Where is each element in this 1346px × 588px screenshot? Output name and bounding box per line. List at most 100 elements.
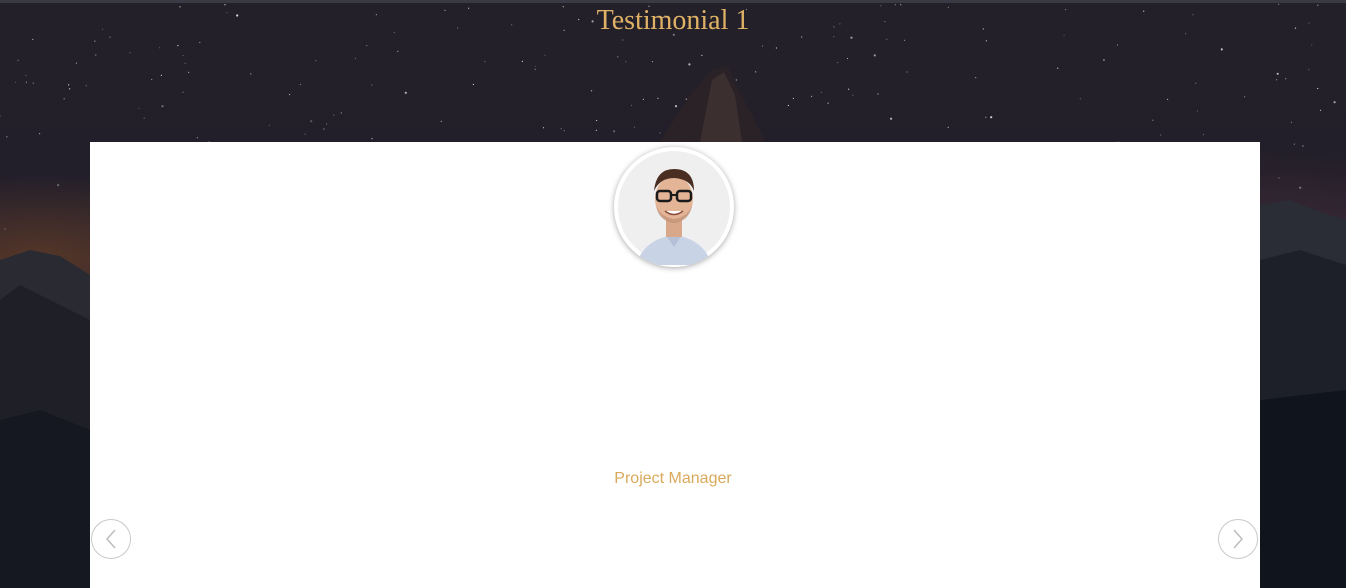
- top-border: [0, 0, 1346, 3]
- star: [315, 60, 317, 62]
- star: [1116, 44, 1119, 46]
- star: [544, 54, 546, 56]
- star: [184, 62, 186, 64]
- section-title: Testimonial 1: [596, 5, 750, 36]
- star: [1302, 145, 1304, 147]
- star: [755, 71, 757, 73]
- star: [1152, 119, 1154, 121]
- star: [323, 128, 325, 130]
- testimonial-avatar: [614, 147, 734, 267]
- star: [371, 84, 373, 86]
- star: [542, 127, 545, 129]
- star: [440, 120, 442, 122]
- star: [138, 107, 140, 109]
- star: [15, 81, 17, 83]
- star: [563, 130, 565, 132]
- star: [1276, 72, 1279, 75]
- star: [94, 40, 96, 42]
- star: [161, 105, 164, 108]
- star: [1293, 143, 1295, 145]
- star: [985, 40, 988, 42]
- star: [484, 61, 486, 63]
- star: [1320, 109, 1322, 111]
- star: [617, 56, 619, 58]
- star: [4, 228, 6, 230]
- star: [151, 78, 153, 81]
- star: [32, 38, 34, 41]
- star: [68, 84, 70, 86]
- star: [188, 71, 190, 73]
- star: [472, 83, 474, 86]
- star: [852, 94, 854, 96]
- star: [1311, 44, 1313, 46]
- star: [160, 74, 162, 76]
- star: [304, 133, 306, 135]
- star: [761, 45, 764, 47]
- previous-slide-button[interactable]: [91, 519, 131, 559]
- star: [848, 88, 850, 90]
- star: [837, 61, 839, 64]
- star: [32, 82, 34, 84]
- star: [1290, 121, 1293, 123]
- star: [289, 93, 291, 96]
- star: [268, 124, 270, 126]
- star: [1308, 69, 1310, 71]
- star: [659, 132, 661, 134]
- star: [1057, 67, 1059, 69]
- star: [990, 116, 993, 119]
- star: [631, 104, 633, 106]
- star: [299, 83, 301, 86]
- star: [17, 59, 19, 62]
- star: [326, 123, 328, 125]
- star: [591, 90, 593, 92]
- star: [827, 102, 829, 104]
- star: [903, 39, 906, 41]
- star: [1079, 98, 1081, 100]
- star: [371, 138, 373, 140]
- star: [1220, 48, 1223, 51]
- next-slide-button[interactable]: [1218, 519, 1258, 559]
- star: [143, 117, 145, 119]
- star: [333, 114, 335, 116]
- person-portrait: [618, 151, 730, 265]
- star: [595, 129, 598, 131]
- star: [735, 79, 737, 81]
- star: [534, 68, 536, 70]
- star: [1285, 78, 1287, 80]
- star: [25, 81, 27, 83]
- star: [1244, 96, 1246, 98]
- chevron-left-icon: [105, 529, 116, 549]
- star: [1195, 82, 1197, 84]
- star: [310, 120, 313, 123]
- star: [63, 98, 65, 100]
- star: [890, 117, 893, 120]
- star: [674, 105, 678, 108]
- star: [354, 57, 356, 60]
- star: [535, 65, 537, 67]
- star: [873, 54, 876, 57]
- star: [196, 137, 198, 139]
- star: [701, 54, 703, 57]
- star: [846, 57, 849, 60]
- star: [625, 61, 627, 63]
- star: [521, 60, 524, 63]
- star: [596, 119, 598, 122]
- star: [404, 91, 407, 94]
- star: [1202, 134, 1205, 136]
- star: [877, 93, 879, 95]
- star: [1278, 177, 1280, 179]
- star: [613, 130, 616, 133]
- star: [1317, 87, 1319, 90]
- star: [177, 45, 179, 47]
- star: [1167, 98, 1169, 100]
- star: [642, 98, 645, 100]
- star: [657, 97, 659, 99]
- star: [95, 54, 97, 56]
- star: [85, 85, 87, 87]
- star: [685, 98, 687, 100]
- star: [159, 47, 161, 49]
- star: [886, 38, 888, 41]
- star: [1102, 58, 1105, 62]
- star: [57, 184, 60, 187]
- star: [792, 97, 795, 100]
